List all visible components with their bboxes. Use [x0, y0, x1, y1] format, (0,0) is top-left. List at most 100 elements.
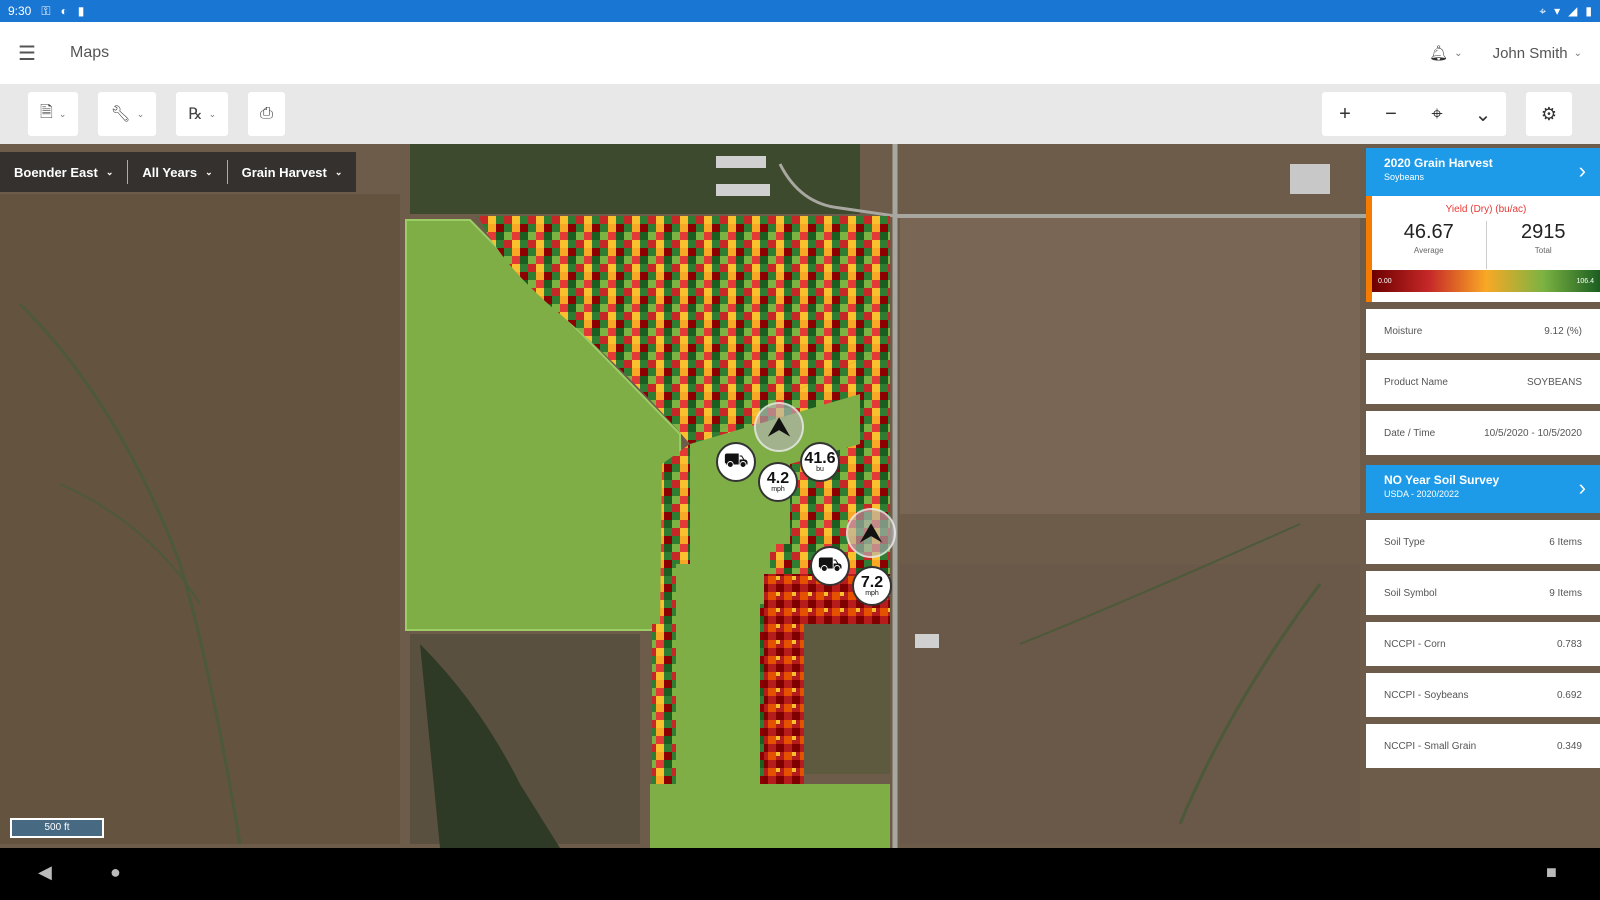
chevron-down-icon: ⌄ [105, 166, 114, 177]
print-icon: ⎙ [260, 105, 273, 122]
battery-icon: ▮ [1585, 4, 1592, 18]
yield-summary: Yield (Dry) (bu/ac) 46.67 Average 2915 T… [1366, 196, 1600, 302]
marker-value: 7.2 [860, 573, 884, 591]
attribute-value: 6 Items [1549, 536, 1582, 548]
harvest-card-header[interactable]: 2020 Grain Harvest Soybeans › [1366, 148, 1600, 196]
yield-label: Yield (Dry) (bu/ac) [1445, 204, 1527, 215]
farm-filter-label: Boender East [14, 164, 98, 180]
truck-marker[interactable]: ⛟ [810, 546, 850, 586]
document-icon: 🗎 [40, 103, 53, 121]
attribute-row: Product Name SOYBEANS [1366, 360, 1600, 404]
zoom-out-button[interactable]: − [1368, 92, 1414, 136]
layer-filter[interactable]: Grain Harvest ⌄ [228, 160, 357, 184]
attribute-value: SOYBEANS [1526, 376, 1582, 388]
layer-filter-label: Grain Harvest [241, 164, 327, 180]
total-label: Total [1534, 246, 1552, 255]
soil-title: NO Year Soil Survey [1384, 473, 1500, 487]
truck-icon: ⛟ [723, 449, 749, 472]
attribute-row: Soil Type 6 Items [1366, 520, 1600, 564]
home-icon[interactable]: ● [110, 862, 121, 883]
yield-average: 46.67 Average [1372, 221, 1486, 269]
attribute-value: 0.692 [1556, 689, 1582, 701]
speed-value-marker[interactable]: 4.2 mph [758, 462, 798, 502]
attribute-row: NCCPI - Small Grain 0.349 [1366, 724, 1600, 768]
attribute-value: 0.783 [1556, 638, 1582, 650]
navigation-arrow-icon: ⮝ [859, 516, 883, 548]
map-canvas [0, 144, 1600, 848]
marker-unit: mph [771, 485, 785, 493]
chevron-down-icon: ⌄ [136, 108, 145, 119]
harvest-subtitle: Soybeans [1384, 172, 1425, 182]
attribute-row: Soil Symbol 9 Items [1366, 571, 1600, 615]
speed-value-marker[interactable]: 7.2 mph [852, 566, 892, 606]
back-icon[interactable]: ◀ [38, 862, 52, 883]
clock: 9:30 [8, 4, 32, 18]
location-icon: ⌖ [1539, 3, 1547, 18]
sync-icon: ◐ [60, 4, 68, 18]
yield-value-marker[interactable]: 41.6 bu [800, 442, 840, 482]
locate-button[interactable]: ⌖ [1414, 92, 1460, 136]
chevron-down-icon: ⌄ [58, 108, 67, 119]
attribute-label: NCCPI - Corn [1384, 638, 1446, 650]
soil-card-header[interactable]: NO Year Soil Survey USDA - 2020/2022 › [1366, 465, 1600, 513]
soil-subtitle: USDA - 2020/2022 [1384, 489, 1460, 499]
map-scale-bar: 500 ft [10, 818, 104, 838]
attribute-value: 0.349 [1556, 740, 1582, 752]
attribute-label: Soil Symbol [1384, 587, 1437, 599]
app-header: ☰ Maps 🔔︎ ⌄ John Smith ⌄ [0, 22, 1600, 84]
tools-button[interactable]: 🔧︎ ⌄ [98, 92, 157, 136]
attribute-value: 9.12 (%) [1544, 325, 1582, 337]
notifications-button[interactable]: 🔔︎ ⌄ [1429, 44, 1462, 62]
attribute-label: Date / Time [1384, 427, 1436, 439]
truck-marker[interactable]: ⛟ [716, 442, 756, 482]
machine-heading-marker[interactable]: ⮝ [846, 508, 896, 558]
attribute-label: Moisture [1384, 325, 1423, 337]
average-value: 46.67 [1403, 221, 1454, 243]
document-button[interactable]: 🗎 ⌄ [28, 92, 79, 136]
chevron-down-icon: ⌄ [1573, 47, 1582, 59]
page-title: Maps [70, 44, 110, 61]
settings-button[interactable]: ⚙ [1526, 92, 1572, 136]
attribute-row: NCCPI - Corn 0.783 [1366, 622, 1600, 666]
gear-icon: ⚙ [1540, 103, 1558, 124]
attribute-value: 9 Items [1549, 587, 1582, 599]
year-filter-label: All Years [142, 164, 198, 180]
hamburger-menu-icon[interactable]: ☰ [18, 41, 48, 66]
map-view[interactable] [0, 144, 1600, 848]
zoom-controls: + − ⌖ ⌄ [1322, 92, 1506, 136]
total-value: 2915 [1521, 221, 1566, 243]
recents-icon[interactable]: ■ [1546, 862, 1557, 883]
marker-value: 4.2 [766, 469, 790, 487]
sdcard-icon: ▮ [77, 4, 85, 18]
average-label: Average [1413, 246, 1444, 255]
truck-icon: ⛟ [817, 553, 843, 576]
prescription-button[interactable]: ℞ ⌄ [176, 92, 229, 136]
yield-total: 2915 Total [1485, 221, 1600, 269]
print-button[interactable]: ⎙ [248, 92, 285, 136]
marker-value: 41.6 [804, 449, 836, 467]
chevron-down-icon: ⌄ [1454, 47, 1463, 59]
attribute-label: Soil Type [1384, 536, 1425, 548]
attribute-row: Moisture 9.12 (%) [1366, 309, 1600, 353]
signal-icon: ◢ [1568, 4, 1578, 18]
info-panel: 2020 Grain Harvest Soybeans › Yield (Dry… [1366, 148, 1600, 768]
prescription-icon: ℞ [188, 106, 203, 123]
user-name: John Smith [1492, 44, 1568, 62]
legend-max: 106.4 [1576, 277, 1594, 285]
user-menu[interactable]: John Smith ⌄ [1493, 45, 1582, 62]
marker-unit: bu [816, 465, 824, 473]
farm-filter[interactable]: Boender East ⌄ [0, 160, 129, 184]
navigation-arrow-icon: ⮝ [767, 410, 791, 442]
attribute-row: NCCPI - Soybeans 0.692 [1366, 673, 1600, 717]
yield-legend-gradient: 0.00 106.4 [1372, 270, 1600, 292]
wifi-icon: ▾ [1554, 4, 1561, 18]
key-icon: ⚿ [41, 3, 51, 18]
chevron-down-icon: ⌄ [334, 166, 343, 177]
year-filter[interactable]: All Years ⌄ [128, 160, 228, 184]
locate-dropdown-button[interactable]: ⌄ [1460, 92, 1506, 136]
zoom-in-button[interactable]: + [1322, 92, 1368, 136]
wrench-icon: 🔧︎ [110, 106, 131, 123]
system-nav-bar: ◀ ● ■ [0, 848, 1600, 900]
machine-heading-marker[interactable]: ⮝ [754, 402, 804, 452]
legend-min: 0.00 [1378, 277, 1392, 285]
